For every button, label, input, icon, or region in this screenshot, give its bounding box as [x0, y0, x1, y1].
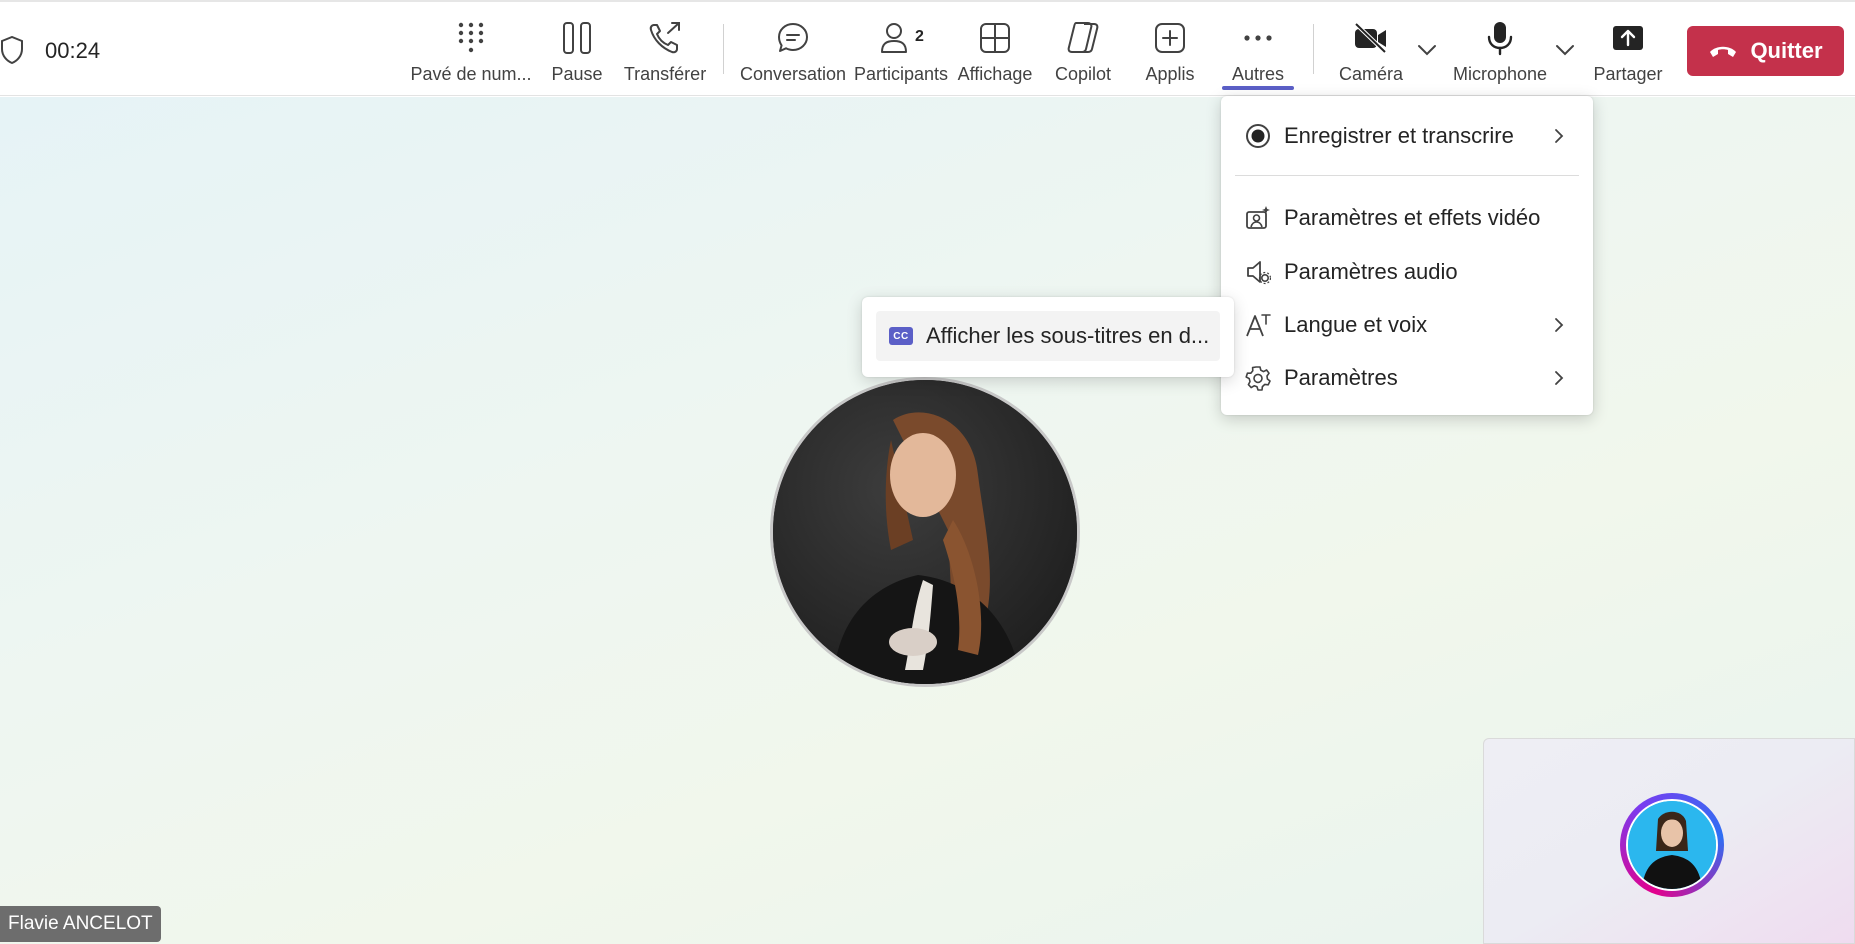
toolbar-apps-button[interactable]: Applis	[1140, 16, 1200, 88]
toolbar-participants-label: Participants	[853, 64, 949, 84]
toolbar-chat-label: Conversation	[739, 64, 847, 84]
self-avatar	[1626, 799, 1718, 891]
menu-item-show-captions[interactable]: CC Afficher les sous-titres en d...	[876, 311, 1220, 361]
self-photo	[1628, 801, 1716, 889]
toolbar-camera-label: Caméra	[1338, 64, 1404, 84]
toolbar-pause-button[interactable]: Pause	[549, 16, 605, 88]
chat-icon	[778, 23, 808, 52]
toolbar-dialpad-button[interactable]: Pavé de num...	[410, 16, 532, 88]
language-icon	[1246, 314, 1271, 337]
more-icon	[1244, 35, 1272, 41]
active-tab-indicator	[1222, 86, 1294, 90]
menu-item-video-settings-and-effects[interactable]: Paramètres et effets vidéo	[1221, 194, 1593, 242]
camera-options-chevron-down-icon[interactable]	[1416, 42, 1438, 58]
audio-settings-icon	[1247, 261, 1271, 285]
call-timer: 00:24	[45, 38, 101, 63]
pause-icon	[563, 22, 591, 54]
toolbar-camera-button[interactable]: Caméra	[1338, 16, 1404, 88]
self-avatar-ring	[1620, 793, 1724, 897]
participant-name-tag: Flavie ANCELOT	[0, 906, 161, 942]
menu-item-label: Paramètres audio	[1284, 259, 1458, 284]
toolbar-view-label: Affichage	[957, 64, 1033, 84]
toolbar-participants-button[interactable]: 2 Participants	[853, 16, 949, 88]
dialpad-icon	[458, 22, 484, 53]
menu-item-label: Afficher les sous-titres en d...	[926, 323, 1210, 348]
toolbar-microphone-button[interactable]: Microphone	[1452, 16, 1548, 88]
menu-item-language-and-voice[interactable]: Langue et voix	[1221, 301, 1593, 349]
leave-call-button[interactable]: Quitter	[1687, 26, 1844, 76]
participant-avatar	[770, 377, 1080, 687]
self-view-tile[interactable]	[1483, 738, 1855, 944]
settings-gear-icon	[1245, 366, 1271, 391]
toolbar-apps-label: Applis	[1145, 64, 1195, 84]
toolbar-dialpad-label: Pavé de num...	[410, 64, 532, 84]
transfer-call-icon	[649, 22, 680, 54]
menu-item-audio-settings[interactable]: Paramètres audio	[1221, 248, 1593, 296]
microphone-icon	[1487, 22, 1513, 56]
chevron-right-icon	[1555, 371, 1564, 385]
closed-captions-icon: CC	[889, 327, 913, 345]
people-icon	[881, 23, 907, 53]
menu-item-label: Enregistrer et transcrire	[1284, 123, 1514, 148]
video-effects-icon	[1246, 206, 1270, 229]
copilot-icon	[1067, 22, 1099, 53]
toolbar-copilot-label: Copilot	[1054, 64, 1112, 84]
menu-item-label: Paramètres et effets vidéo	[1284, 205, 1541, 230]
shield-icon	[0, 36, 23, 64]
toolbar-microphone-label: Microphone	[1452, 64, 1548, 84]
toolbar-pause-label: Pause	[551, 64, 603, 84]
leave-call-label: Quitter	[1750, 38, 1823, 63]
language-and-voice-submenu: CC Afficher les sous-titres en d...	[862, 297, 1234, 377]
chevron-right-icon	[1555, 129, 1564, 143]
toolbar-transfer-button[interactable]: Transférer	[623, 16, 707, 88]
microphone-options-chevron-down-icon[interactable]	[1554, 42, 1576, 58]
camera-off-icon	[1354, 22, 1387, 54]
chevron-right-icon	[1555, 318, 1564, 332]
call-toolbar: 00:24 Pavé de num... Pause Transférer Co…	[0, 0, 1855, 96]
menu-item-record-and-transcribe[interactable]: Enregistrer et transcrire	[1221, 112, 1593, 160]
toolbar-chat-button[interactable]: Conversation	[739, 16, 847, 88]
toolbar-copilot-button[interactable]: Copilot	[1052, 16, 1114, 88]
menu-item-label: Langue et voix	[1284, 312, 1428, 337]
menu-item-settings[interactable]: Paramètres	[1221, 354, 1593, 402]
menu-divider	[1235, 175, 1579, 176]
grid-view-icon	[980, 23, 1010, 53]
toolbar-divider	[1313, 24, 1314, 74]
toolbar-share-button[interactable]: Partager	[1593, 16, 1663, 88]
participants-count-badge: 2	[915, 28, 924, 45]
toolbar-more-label: Autres	[1231, 64, 1285, 84]
participant-photo	[773, 380, 1077, 684]
toolbar-share-label: Partager	[1593, 64, 1663, 84]
more-options-menu: Enregistrer et transcrire Paramètres et …	[1221, 96, 1593, 415]
hang-up-icon	[1710, 46, 1737, 57]
share-icon	[1613, 26, 1643, 50]
record-icon	[1246, 124, 1270, 148]
toolbar-divider	[723, 24, 724, 74]
toolbar-more-button[interactable]: Autres	[1222, 16, 1294, 90]
add-app-icon	[1155, 23, 1185, 53]
toolbar-transfer-label: Transférer	[623, 64, 707, 84]
toolbar-view-button[interactable]: Affichage	[956, 16, 1034, 88]
menu-item-label: Paramètres	[1284, 365, 1398, 390]
